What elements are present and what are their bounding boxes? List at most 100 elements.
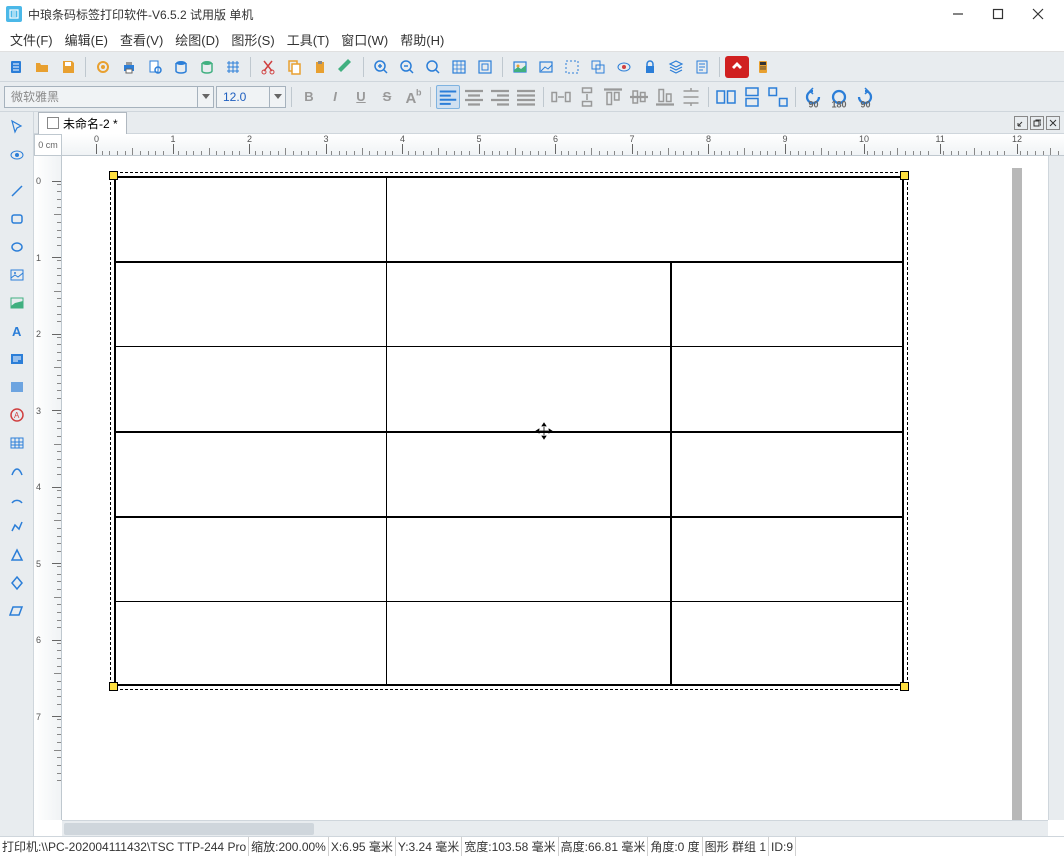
same-height-button[interactable] <box>740 85 764 109</box>
page[interactable] <box>72 156 1012 820</box>
canvas-viewport[interactable] <box>62 156 1048 820</box>
curve-tool[interactable] <box>4 458 30 484</box>
cut-button[interactable] <box>256 55 280 79</box>
table-object[interactable] <box>114 176 904 686</box>
dist-v-button[interactable] <box>575 85 599 109</box>
ellipse-tool[interactable] <box>4 234 30 260</box>
zoom-in-button[interactable] <box>369 55 393 79</box>
group-button[interactable] <box>586 55 610 79</box>
underline-button[interactable]: U <box>349 85 373 109</box>
bold-button[interactable]: B <box>297 85 321 109</box>
align-top-button[interactable] <box>601 85 625 109</box>
dist-h-button[interactable] <box>549 85 573 109</box>
open-button[interactable] <box>30 55 54 79</box>
polyline-tool[interactable] <box>4 514 30 540</box>
strike-button[interactable]: S <box>375 85 399 109</box>
barcode-tool[interactable] <box>4 374 30 400</box>
align-center-button[interactable] <box>462 85 486 109</box>
horizontal-scrollbar[interactable] <box>62 820 1048 836</box>
zoom-fit-button[interactable] <box>421 55 445 79</box>
font-dropdown-button[interactable] <box>197 87 213 107</box>
line-tool[interactable] <box>4 178 30 204</box>
calc-button[interactable] <box>751 55 775 79</box>
arc-tool[interactable] <box>4 486 30 512</box>
resize-handle-br[interactable] <box>900 682 909 691</box>
props-button[interactable] <box>690 55 714 79</box>
menu-window[interactable]: 窗口(W) <box>335 28 394 51</box>
close-button[interactable] <box>1018 2 1058 26</box>
font-size-combo[interactable]: 12.0 <box>216 86 286 108</box>
paste-button[interactable] <box>308 55 332 79</box>
resize-handle-tl[interactable] <box>109 171 118 180</box>
align-bot-button[interactable] <box>653 85 677 109</box>
image2-button[interactable] <box>534 55 558 79</box>
menu-edit[interactable]: 编辑(E) <box>59 28 114 51</box>
maximize-button[interactable] <box>978 2 1018 26</box>
zoom-page-button[interactable] <box>473 55 497 79</box>
layer-button[interactable] <box>664 55 688 79</box>
resize-handle-tr[interactable] <box>900 171 909 180</box>
table-tool[interactable] <box>4 430 30 456</box>
menu-help[interactable]: 帮助(H) <box>394 28 450 51</box>
zoom-100-button[interactable] <box>447 55 471 79</box>
qrcode-tool[interactable]: A <box>4 402 30 428</box>
menu-shape[interactable]: 图形(S) <box>225 28 280 51</box>
document-tab[interactable]: 未命名-2 * <box>38 112 127 134</box>
spacing-button[interactable] <box>679 85 703 109</box>
database-button[interactable] <box>169 55 193 79</box>
minimize-button[interactable] <box>938 2 978 26</box>
status-x: X:6.95 毫米 <box>329 837 396 856</box>
same-width-button[interactable] <box>714 85 738 109</box>
eye-button[interactable] <box>612 55 636 79</box>
menu-draw[interactable]: 绘图(D) <box>169 28 225 51</box>
brush-button[interactable] <box>334 55 358 79</box>
rotate-right-button[interactable]: 90 <box>853 85 877 109</box>
italic-button[interactable]: I <box>323 85 347 109</box>
align-justify-button[interactable] <box>514 85 538 109</box>
superscript-button[interactable]: Ab <box>401 85 425 109</box>
grid-button[interactable] <box>221 55 245 79</box>
settings-button[interactable] <box>91 55 115 79</box>
font-size-input[interactable]: 12.0 <box>217 90 269 104</box>
text-tool[interactable]: A <box>4 318 30 344</box>
parallelogram-tool[interactable] <box>4 598 30 624</box>
image-button[interactable] <box>508 55 532 79</box>
image2-tool[interactable] <box>4 290 30 316</box>
selection-tool[interactable] <box>4 114 30 140</box>
same-both-button[interactable] <box>766 85 790 109</box>
data-link-button[interactable] <box>195 55 219 79</box>
pan-tool[interactable] <box>4 142 30 168</box>
size-dropdown-button[interactable] <box>269 87 285 107</box>
horizontal-ruler: 0123456789101112 <box>62 134 1064 156</box>
image-tool[interactable] <box>4 262 30 288</box>
resize-handle-bl[interactable] <box>109 682 118 691</box>
save-button[interactable] <box>56 55 80 79</box>
doc-close-button[interactable] <box>1046 116 1060 130</box>
menu-tool[interactable]: 工具(T) <box>281 28 336 51</box>
font-combo[interactable]: 微软雅黑 <box>4 86 214 108</box>
pdf-button[interactable] <box>725 56 749 78</box>
doc-restore-button[interactable] <box>1030 116 1044 130</box>
crop-button[interactable] <box>560 55 584 79</box>
richtext-tool[interactable] <box>4 346 30 372</box>
preview-button[interactable] <box>143 55 167 79</box>
vertical-scrollbar[interactable] <box>1048 156 1064 820</box>
rotate-left-button[interactable]: 90 <box>801 85 825 109</box>
lock-button[interactable] <box>638 55 662 79</box>
menu-file[interactable]: 文件(F) <box>4 28 59 51</box>
menu-view[interactable]: 查看(V) <box>114 28 169 51</box>
diamond-tool[interactable] <box>4 570 30 596</box>
font-name-input[interactable]: 微软雅黑 <box>5 88 197 105</box>
copy-button[interactable] <box>282 55 306 79</box>
align-left-button[interactable] <box>436 85 460 109</box>
align-mid-button[interactable] <box>627 85 651 109</box>
rotate-180-button[interactable]: 180 <box>827 85 851 109</box>
doc-minimize-button[interactable] <box>1014 116 1028 130</box>
new-button[interactable] <box>4 55 28 79</box>
rect-tool[interactable] <box>4 206 30 232</box>
print-button[interactable] <box>117 55 141 79</box>
hscroll-thumb[interactable] <box>64 823 314 835</box>
zoom-out-button[interactable] <box>395 55 419 79</box>
align-right-button[interactable] <box>488 85 512 109</box>
triangle-tool[interactable] <box>4 542 30 568</box>
